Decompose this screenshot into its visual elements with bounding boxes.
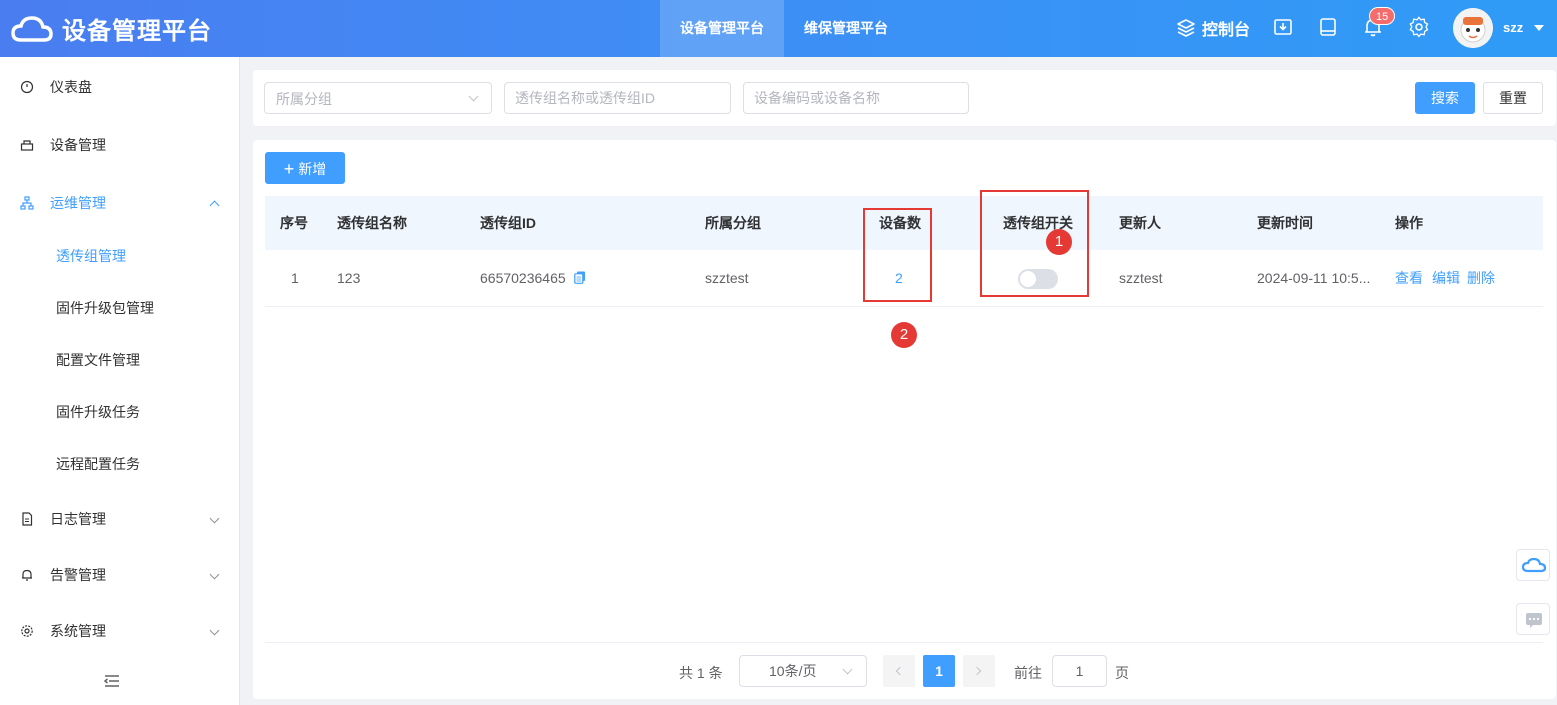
chevron-right-icon [972, 666, 982, 676]
device-code-or-name-input[interactable] [743, 82, 969, 114]
plus-icon: + [283, 159, 295, 179]
console-button[interactable]: 控制台 [1176, 16, 1250, 40]
settings-icon[interactable] [1408, 16, 1430, 38]
view-link[interactable]: 查看 [1395, 250, 1423, 307]
cloud-logo-icon [11, 15, 53, 42]
delete-link[interactable]: 删除 [1467, 250, 1495, 307]
add-button[interactable]: + 新增 [265, 152, 345, 184]
sidebar-subitem-firmware-task[interactable]: 固件升级任务 [0, 386, 240, 438]
goto-page-input[interactable] [1052, 655, 1107, 687]
top-nav: 设备管理平台 维保管理平台 [660, 0, 908, 57]
highlight-box-device-count [863, 208, 932, 302]
brand[interactable]: 设备管理平台 [10, 11, 212, 46]
user-menu-caret-icon[interactable] [1534, 25, 1544, 31]
page-size-select[interactable]: 10条/页 [739, 655, 867, 687]
sidebar-item-dashboard[interactable]: 仪表盘 [0, 59, 240, 115]
layers-icon [1177, 19, 1195, 37]
sidebar-subitem-remote-config-task[interactable]: 远程配置任务 [0, 438, 240, 490]
chevron-left-icon [895, 666, 905, 676]
message-icon [1526, 613, 1542, 628]
cloud-icon [1521, 557, 1547, 573]
column-header: 操作 [1395, 215, 1423, 231]
column-header: 透传组ID [480, 215, 536, 231]
cell-group: szztest [705, 270, 749, 286]
column-header: 更新人 [1119, 215, 1161, 231]
chevron-down-icon [209, 513, 220, 524]
book-icon[interactable] [1317, 16, 1339, 38]
page-size-value: 10条/页 [769, 663, 817, 679]
avatar-image [1453, 8, 1493, 48]
sidebar: 仪表盘 设备管理 运维管理 透传组管理 固件升级包管理 配置文件管理 固件升级任… [0, 57, 240, 705]
sidebar-subitem-config-file[interactable]: 配置文件管理 [0, 334, 240, 386]
column-header: 更新时间 [1257, 215, 1313, 231]
sidebar-item-label: 设备管理 [50, 137, 106, 153]
page-unit-label: 页 [1115, 665, 1129, 681]
group-name-or-id-input[interactable] [504, 82, 731, 114]
sidebar-subitem-firmware-package[interactable]: 固件升级包管理 [0, 282, 240, 334]
edit-link[interactable]: 编辑 [1432, 250, 1460, 307]
sidebar-item-ops[interactable]: 运维管理 [0, 175, 240, 231]
collapse-sidebar-icon[interactable] [104, 675, 120, 687]
page-1-button[interactable]: 1 [923, 655, 955, 687]
gear-icon [21, 625, 33, 637]
cell-group-name: 123 [337, 270, 361, 286]
prev-page-button[interactable] [883, 655, 915, 687]
topnav-maintenance-platform[interactable]: 维保管理平台 [784, 0, 908, 57]
document-icon [22, 512, 33, 526]
search-panel: 所属分组 搜索 重置 [253, 70, 1556, 126]
goto-label: 前往 [1014, 665, 1042, 681]
annotation-marker-1: 1 [1046, 229, 1072, 255]
download-icon[interactable] [1272, 16, 1294, 38]
user-avatar[interactable] [1453, 8, 1493, 48]
copy-icon[interactable] [574, 271, 586, 284]
chevron-up-icon [209, 200, 220, 211]
network-icon [20, 196, 34, 210]
sidebar-item-label: 日志管理 [50, 511, 106, 527]
cloud-float-button[interactable] [1516, 549, 1550, 581]
table-panel: + 新增 序号 透传组名称 透传组ID 所属分组 设备数 透传组开关 更新人 更新… [253, 140, 1556, 699]
console-label: 控制台 [1202, 22, 1251, 39]
add-button-label: 新增 [298, 161, 327, 177]
column-header: 序号 [280, 215, 308, 231]
topnav-device-platform[interactable]: 设备管理平台 [660, 0, 784, 57]
table-footer-divider [265, 642, 1543, 643]
cell-update-time: 2024-09-11 10:5... [1257, 270, 1371, 286]
annotation-marker-2: 2 [891, 322, 917, 348]
sidebar-subitem-passthrough-group[interactable]: 透传组管理 [0, 230, 240, 282]
column-header: 所属分组 [705, 215, 761, 231]
sidebar-item-label: 告警管理 [50, 567, 106, 583]
cell-group-id: 66570236465 [480, 270, 566, 286]
sidebar-item-label: 仪表盘 [50, 79, 92, 95]
username[interactable]: szz [1503, 20, 1523, 35]
reset-button[interactable]: 重置 [1483, 82, 1543, 114]
group-select[interactable]: 所属分组 [264, 82, 492, 114]
app-title: 设备管理平台 [62, 18, 212, 45]
search-button[interactable]: 搜索 [1415, 82, 1475, 114]
column-header: 透传组名称 [337, 215, 407, 231]
device-icon [20, 140, 34, 151]
cell-index: 1 [291, 270, 299, 286]
cell-updater: szztest [1119, 270, 1163, 286]
sidebar-item-alarm[interactable]: 告警管理 [0, 547, 240, 603]
notification-badge: 15 [1369, 7, 1396, 25]
message-float-button[interactable] [1516, 603, 1550, 635]
sidebar-item-system[interactable]: 系统管理 [0, 603, 240, 659]
sidebar-item-label: 运维管理 [50, 195, 106, 211]
chevron-down-icon [209, 569, 220, 580]
highlight-box-switch-column [980, 190, 1089, 297]
dashboard-icon [20, 80, 34, 94]
sidebar-item-device[interactable]: 设备管理 [0, 117, 240, 173]
top-header: 设备管理平台 设备管理平台 维保管理平台 控制台 15 szz [0, 0, 1557, 57]
chevron-down-icon [209, 625, 220, 636]
chevron-down-icon [842, 664, 853, 675]
next-page-button[interactable] [963, 655, 995, 687]
bell-icon [22, 569, 32, 581]
sidebar-item-log[interactable]: 日志管理 [0, 491, 240, 547]
sidebar-item-label: 系统管理 [50, 623, 106, 639]
total-count: 共 1 条 [679, 665, 723, 681]
